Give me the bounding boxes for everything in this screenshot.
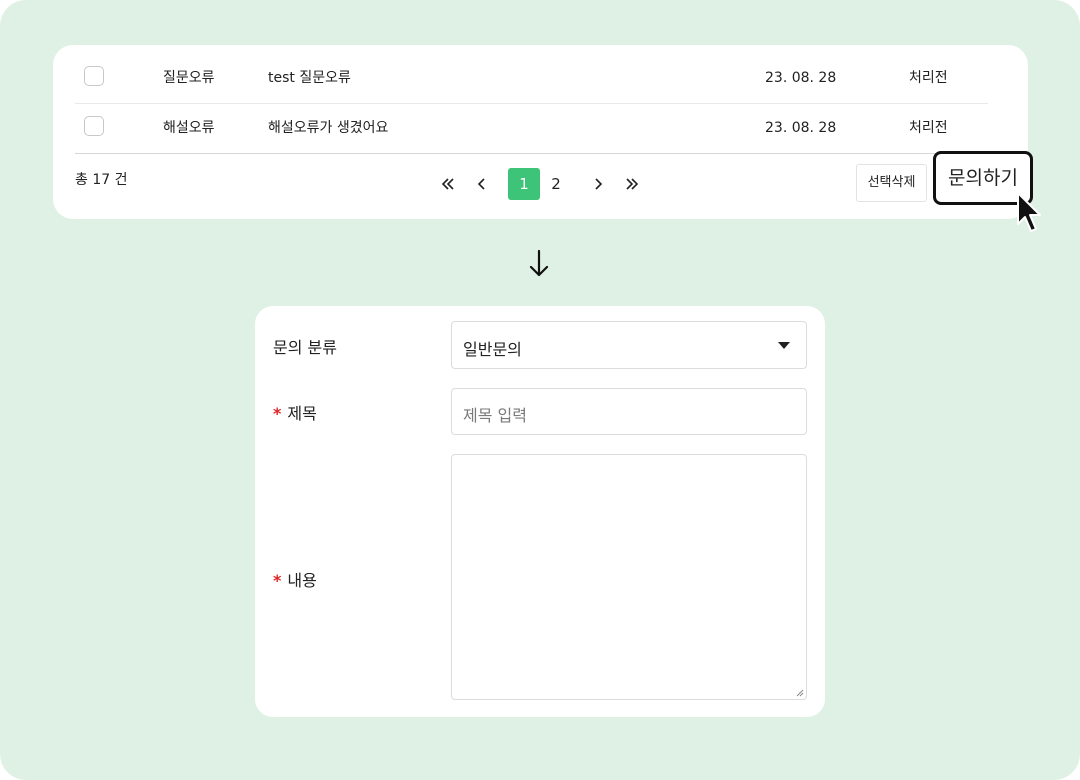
row-title[interactable]: test 질문오류 [268, 53, 351, 103]
double-chevron-left-icon [441, 178, 454, 190]
category-select[interactable]: 일반문의 [451, 321, 807, 369]
total-count: 총 17 건 [75, 172, 128, 188]
arrow-down-icon [529, 249, 549, 277]
title-label: * 제목 [273, 400, 317, 424]
row-category: 질문오류 [163, 70, 215, 86]
prev-page-button[interactable] [470, 168, 494, 200]
title-input[interactable]: 제목 입력 [451, 388, 807, 435]
row-status: 처리전 [909, 120, 948, 136]
first-page-button[interactable] [436, 168, 460, 200]
title-placeholder: 제목 입력 [463, 406, 527, 425]
page-1-button[interactable]: 1 [508, 168, 540, 200]
next-page-button[interactable] [586, 168, 610, 200]
caret-down-icon [778, 342, 790, 349]
category-selected-value: 일반문의 [463, 340, 522, 359]
table-row[interactable]: 해설오류 해설오류가 생겼어요 23. 08. 28 처리전 [75, 103, 988, 154]
mouse-pointer-icon [1017, 192, 1041, 232]
title-label-text: 제목 [287, 404, 317, 423]
screenshot-frame: 질문오류 test 질문오류 23. 08. 28 처리전 해설오류 해설오류가… [0, 0, 1080, 780]
row-checkbox[interactable] [84, 66, 104, 86]
body-textarea[interactable] [451, 454, 807, 700]
row-title[interactable]: 해설오류가 생겼어요 [268, 103, 388, 153]
delete-selected-button[interactable]: 선택삭제 [856, 164, 927, 202]
inquiry-form: 문의 분류 일반문의 * 제목 제목 입력 * 내용 [255, 306, 825, 717]
chevron-right-icon [595, 178, 603, 190]
inquiry-list-panel: 질문오류 test 질문오류 23. 08. 28 처리전 해설오류 해설오류가… [53, 45, 1033, 219]
required-mark: * [273, 571, 282, 590]
last-page-button[interactable] [620, 168, 644, 200]
row-checkbox[interactable] [84, 116, 104, 136]
required-mark: * [273, 404, 282, 423]
row-date: 23. 08. 28 [765, 70, 837, 86]
page-2-button[interactable]: 2 [542, 168, 570, 200]
body-label-text: 내용 [287, 571, 317, 590]
resize-grip-icon[interactable] [794, 687, 804, 697]
body-label: * 내용 [273, 567, 317, 591]
chevron-left-icon [477, 178, 485, 190]
row-category: 해설오류 [163, 120, 215, 136]
double-chevron-right-icon [626, 178, 639, 190]
category-label: 문의 분류 [273, 338, 337, 357]
table-row[interactable]: 질문오류 test 질문오류 23. 08. 28 처리전 [75, 53, 988, 104]
row-date: 23. 08. 28 [765, 120, 837, 136]
row-status: 처리전 [909, 70, 948, 86]
